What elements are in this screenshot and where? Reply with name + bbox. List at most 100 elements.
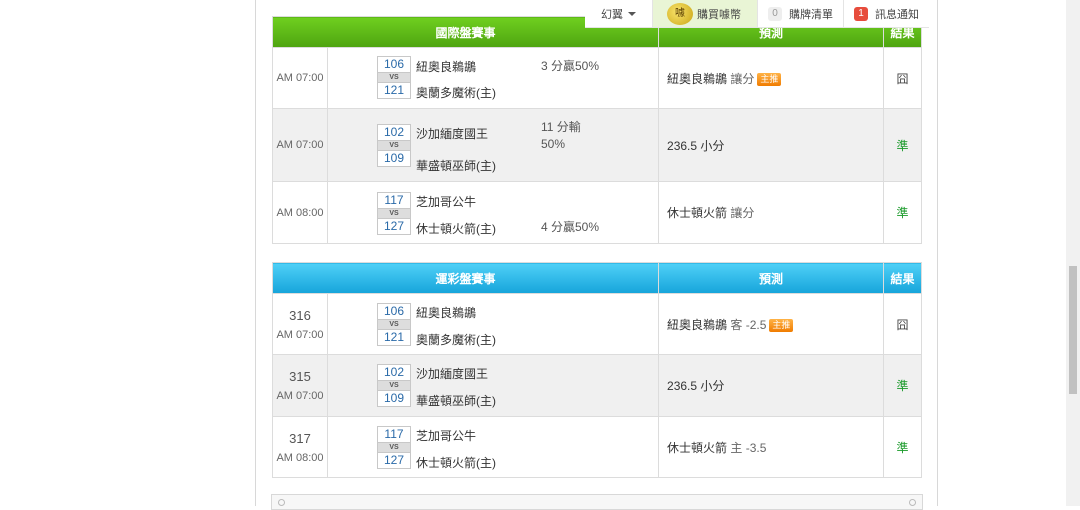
international-lines-table: 國際盤賽事 預測 結果 AM 07:00 106 VS 121 紐奧良鵜鶘 奧蘭… [271,16,923,244]
away-team: 紐奧良鵜鶘 [416,306,477,320]
main-pick-badge: 主推 [769,318,794,332]
home-team: 奧蘭多魔術(主) [416,333,496,347]
buy-coin-label: 購買噱幣 [697,8,741,21]
home-team: 華盛頓巫師(主) [416,394,496,408]
corner-dot-icon [909,499,916,506]
scorebox: 102 VS 109 [377,364,411,407]
match-time: AM 07:00 [272,108,328,182]
home-score: 121 [377,82,411,99]
result-cell: 準 [883,181,923,244]
home-score: 127 [377,218,411,235]
result-cell: 囧 [883,293,923,355]
home-score: 127 [377,452,411,469]
match-time: AM 07:00 [276,328,324,341]
game-number: 315 [289,369,311,384]
prediction-cell: 紐奧良鵜鶘 讓分 主推 [658,47,885,109]
vs-label: VS [377,381,411,390]
prediction-pick: 紐奧良鵜鶘 [667,71,728,86]
prediction-cell: 236.5 小分 [658,354,885,417]
table-row: AM 07:00 102 VS 109 沙加緬度國王 華盛頓巫師(主) 11 分… [272,108,923,182]
spread-line: 4 分贏50% [541,220,600,234]
scorebox: 106 VS 121 [377,303,411,346]
scorebox: 117 VS 127 [377,426,411,469]
scrollbar-thumb[interactable] [1069,266,1077,394]
prediction-pick: 236.5 小分 [667,379,725,393]
away-score: 102 [377,364,411,381]
vs-label: VS [377,141,411,150]
home-team: 奧蘭多魔術(主) [416,86,496,100]
sports-lottery-table: 運彩盤賽事 預測 結果 316 AM 07:00 106 VS 121 紐奧良鵜… [271,262,923,478]
home-team: 休士頓火箭(主) [416,456,496,470]
away-team: 芝加哥公牛 [416,429,477,443]
vs-label: VS [377,209,411,218]
home-team: 華盛頓巫師(主) [416,159,496,173]
buy-coin-button[interactable]: 噱 購買噱幣 [652,0,757,28]
result-cell: 囧 [883,47,923,109]
vs-label: VS [377,443,411,452]
prediction-pick: 休士頓火箭 [667,440,728,455]
result-header: 結果 [883,262,923,294]
prediction-type: 讓分 [727,206,755,220]
notifications-label: 訊息通知 [875,8,919,21]
result-cell: 準 [883,108,923,182]
vertical-scrollbar[interactable] [1066,0,1080,506]
game-info: 316 AM 07:00 [272,293,328,355]
prediction-type: 讓分 [727,71,755,86]
scorebox: 102 VS 109 [377,124,411,167]
top-nav: 幻翼 噱 購買噱幣 0 購牌清單 1 訊息通知 [585,0,929,28]
match-time: AM 08:00 [276,451,324,464]
cart-list-link[interactable]: 0 購牌清單 [757,0,843,28]
predict-header: 預測 [658,262,885,294]
away-score: 106 [377,56,411,73]
next-section-bar [271,494,923,510]
notifications-link[interactable]: 1 訊息通知 [843,0,929,28]
prediction-cell: 紐奧良鵜鶘 客 -2.5 主推 [658,293,885,355]
away-score: 102 [377,124,411,141]
home-score: 109 [377,390,411,407]
cart-count-badge: 0 [768,6,782,21]
fantasy-label: 幻翼 [601,8,623,21]
cart-list-label: 購牌清單 [789,8,833,21]
scorebox: 117 VS 127 [377,192,411,235]
prediction-cell: 休士頓火箭 主 -3.5 [658,416,885,478]
table-row: AM 08:00 117 VS 127 芝加哥公牛 休士頓火箭(主) 4 分贏5… [272,181,923,244]
chevron-down-icon [628,11,636,16]
matches-header: 運彩盤賽事 [271,262,660,294]
match-cell: 102 VS 109 沙加緬度國王 華盛頓巫師(主) 11 分輸 50% [326,108,660,182]
away-team: 紐奧良鵜鶘 [416,60,477,74]
game-number: 316 [289,307,311,323]
result-cell: 準 [883,416,923,478]
match-cell: 102 VS 109 沙加緬度國王 華盛頓巫師(主) [326,354,660,417]
spread-line: 11 分輸 50% [541,120,581,151]
away-team: 沙加緬度國王 [416,127,489,141]
home-team: 休士頓火箭(主) [416,222,496,236]
table-row: 315 AM 07:00 102 VS 109 沙加緬度國王 華盛頓巫師(主) … [272,354,923,417]
game-info: 315 AM 07:00 [272,354,328,417]
prediction-cell: 236.5 小分 [658,108,885,182]
page-border-left [255,0,256,506]
away-team: 芝加哥公牛 [416,195,477,209]
game-number: 317 [289,430,311,446]
spread-line: 3 分贏50% [541,59,600,73]
prediction-pick: 紐奧良鵜鶘 [667,317,728,332]
main-pick-badge: 主推 [757,72,782,86]
prediction-type: 主 -3.5 [727,440,767,455]
table-row: 316 AM 07:00 106 VS 121 紐奧良鵜鶘 奧蘭多魔術(主) 紐… [272,293,923,355]
match-time: AM 08:00 [272,181,328,244]
prediction-pick: 236.5 小分 [667,138,725,153]
match-cell: 117 VS 127 芝加哥公牛 休士頓火箭(主) [326,416,660,478]
fantasy-dropdown[interactable]: 幻翼 [585,0,652,28]
away-score: 106 [377,303,411,320]
away-score: 117 [377,192,411,209]
coin-icon: 噱 [667,2,693,25]
home-score: 109 [377,150,411,167]
match-cell: 106 VS 121 紐奧良鵜鶘 奧蘭多魔術(主) 3 分贏50% [326,47,660,109]
result-cell: 準 [883,354,923,417]
table-header: 運彩盤賽事 預測 結果 [271,262,923,294]
scorebox: 106 VS 121 [377,56,411,99]
prediction-pick: 休士頓火箭 [667,206,728,220]
notification-count-badge: 1 [854,6,868,21]
match-time: AM 07:00 [272,47,328,109]
home-score: 121 [377,329,411,346]
vs-label: VS [377,320,411,329]
